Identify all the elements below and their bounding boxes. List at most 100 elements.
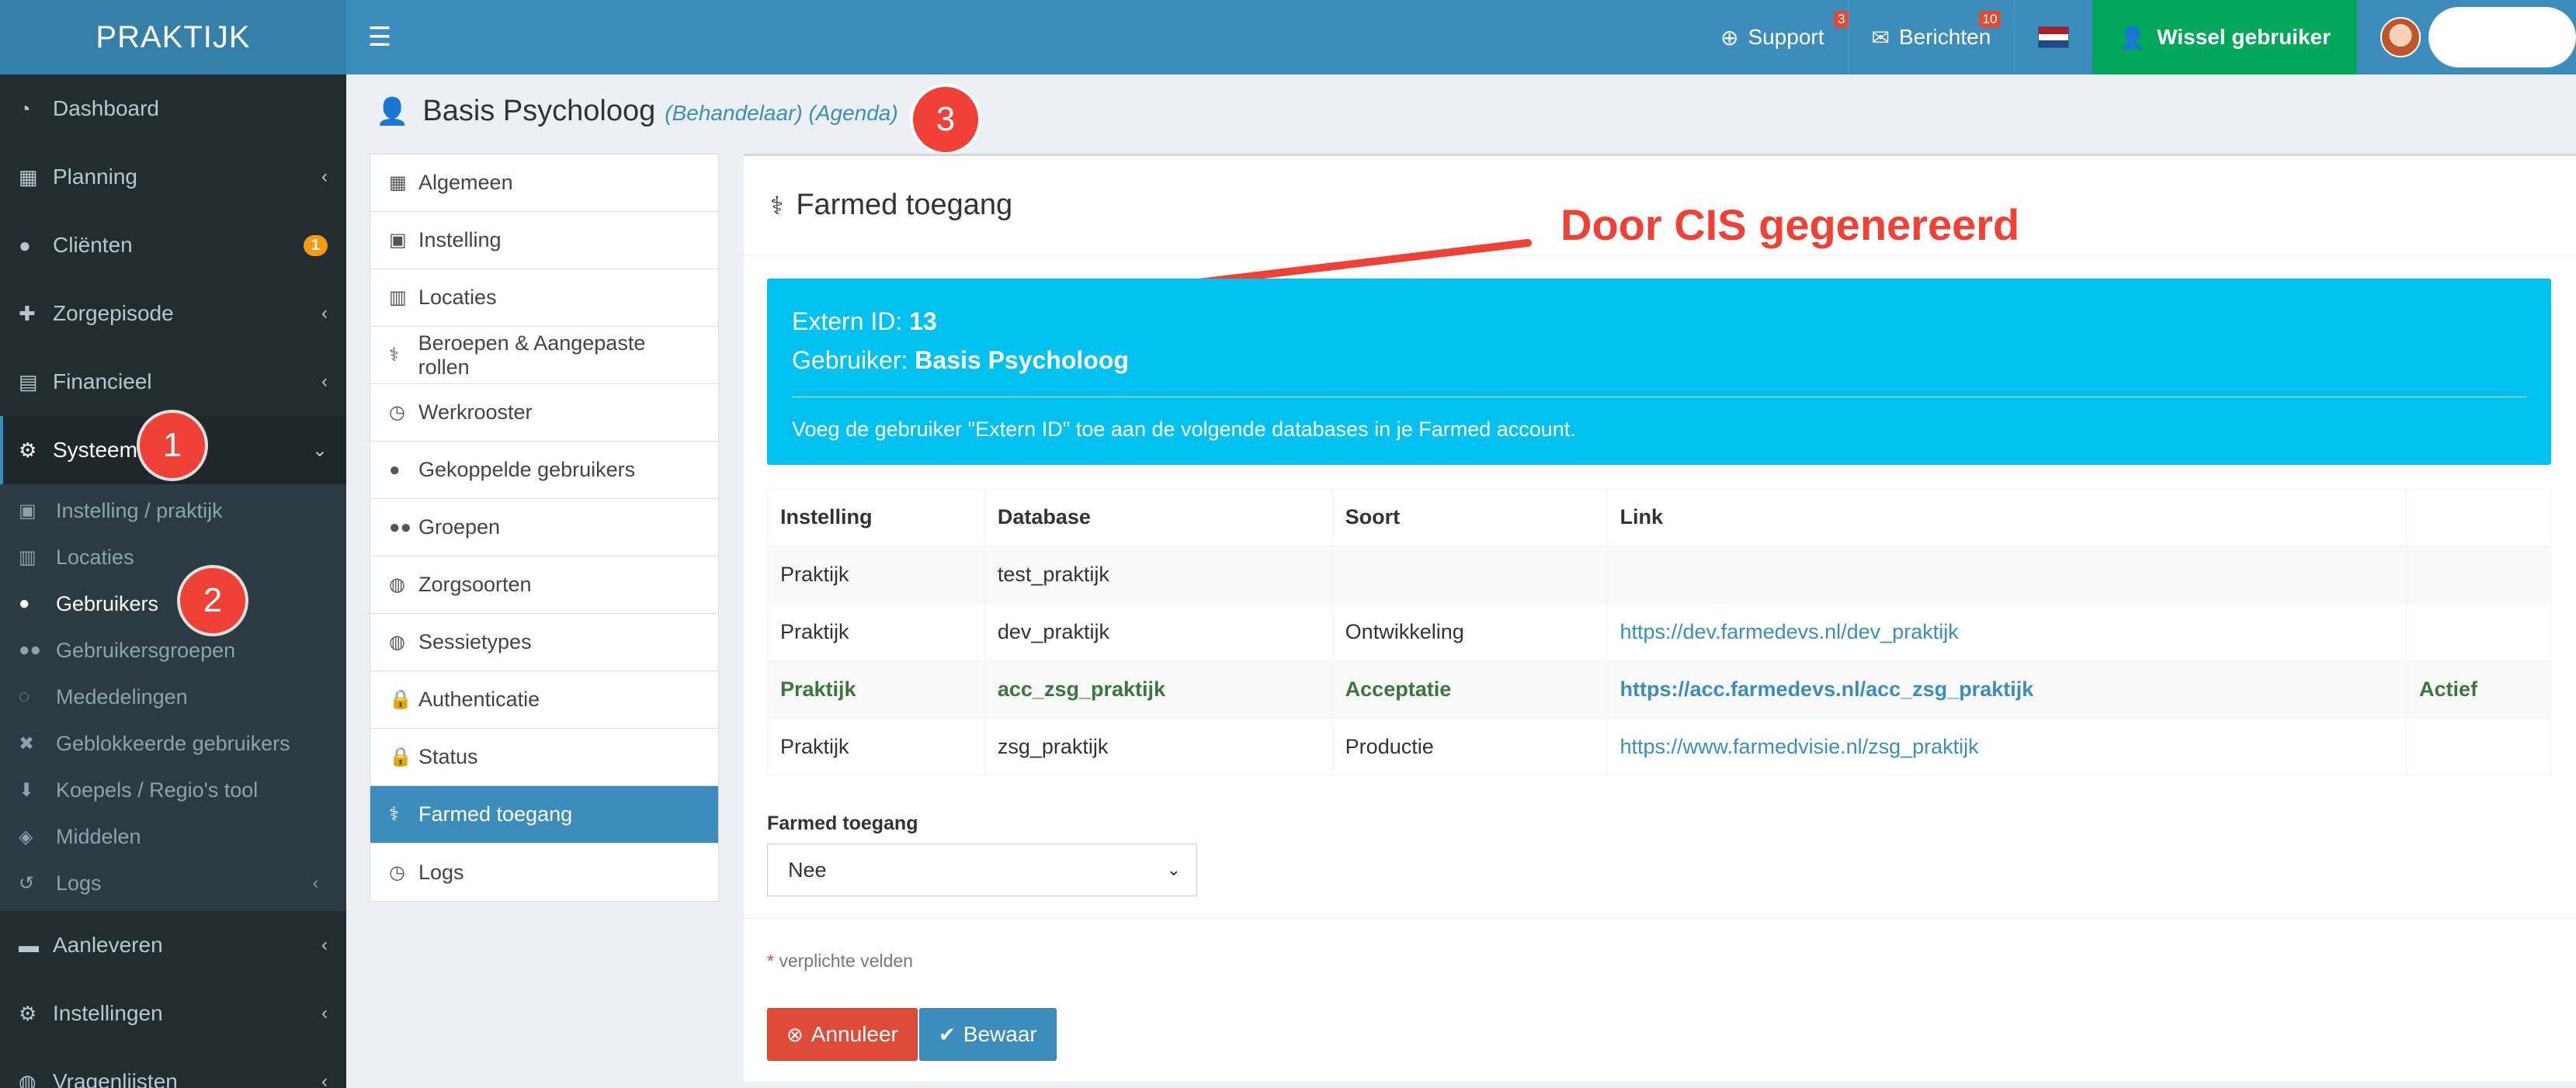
database-link[interactable]: https://www.farmedvisie.nl/zsg_praktijk xyxy=(1620,735,1979,758)
sidebar-item-dashboard[interactable]: ◔ Dashboard xyxy=(0,74,346,143)
save-button[interactable]: ✔ Bewaar xyxy=(919,1008,1057,1061)
user-value: Basis Psycholoog xyxy=(915,346,1129,374)
times-circle-icon: ⊗ xyxy=(786,1022,804,1046)
support-link[interactable]: ⊕ Support 3 xyxy=(1697,0,1849,74)
clienten-badge: 1 xyxy=(303,234,328,256)
user-label: Gebruiker: xyxy=(792,346,908,374)
menu-item-authenticatie[interactable]: 🔒 Authenticatie xyxy=(370,671,718,729)
user-settings-menu: ▦ Algemeen ▣ Instelling ▥ Locaties ⚕ Beroepe… xyxy=(370,154,719,902)
database-link[interactable]: https://acc.farmedevs.nl/acc_zsg_praktij… xyxy=(1620,677,2034,701)
menu-item-instelling[interactable]: ▣ Instelling xyxy=(370,212,718,269)
menu-item-algemeen[interactable]: ▦ Algemeen xyxy=(370,154,718,212)
users-icon: ●● xyxy=(389,516,411,538)
sidebar-item-vragenlijsten[interactable]: ◍ Vragenlijsten ‹ xyxy=(0,1048,346,1088)
sidebar-subitem-geblokkeerde[interactable]: ✖ Geblokkeerde gebruikers xyxy=(0,720,346,767)
map-icon: ▥ xyxy=(19,546,36,568)
farmed-access-select[interactable]: Nee ⌄ xyxy=(767,844,1197,896)
book-icon: ▤ xyxy=(19,369,38,393)
support-badge: 3 xyxy=(1833,11,1849,28)
database-link[interactable]: https://dev.farmedevs.nl/dev_praktijk xyxy=(1620,620,1959,643)
cell-link xyxy=(1606,546,2408,604)
sidebar: ◔ Dashboard ▦ Planning ‹ ● Cliënten 1 ✚ … xyxy=(0,74,346,1088)
language-switch[interactable] xyxy=(2014,0,2092,74)
callout-note: Voeg de gebruiker "Extern ID" toe aan de… xyxy=(792,418,1576,441)
step-marker-2: 2 xyxy=(180,568,245,633)
step-marker-3: 3 xyxy=(913,87,978,152)
chevron-left-icon: ‹ xyxy=(312,873,318,892)
sidebar-item-clienten[interactable]: ● Cliënten 1 xyxy=(0,211,346,279)
cell-soort: Ontwikkeling xyxy=(1331,603,1608,661)
menu-item-gekoppelde-gebruikers[interactable]: ● Gekoppelde gebruikers xyxy=(370,442,718,499)
chevron-down-icon: ⌄ xyxy=(311,439,328,461)
cell-link: https://www.farmedvisie.nl/zsg_praktijk xyxy=(1606,718,2408,776)
sidebar-item-financieel[interactable]: ▤ Financieel ‹ xyxy=(0,348,346,416)
globe-icon: ◍ xyxy=(389,574,405,595)
support-label: Support xyxy=(1748,25,1824,49)
sidebar-item-zorgepisode[interactable]: ✚ Zorgepisode ‹ xyxy=(0,279,346,348)
farmed-access-label: Farmed toegang xyxy=(767,813,918,834)
user-times-icon: ✖ xyxy=(19,733,35,754)
sidebar-subitem-locaties[interactable]: ▥ Locaties xyxy=(0,534,346,580)
chevron-down-icon: ⌄ xyxy=(1166,860,1181,879)
table-row: Praktijk dev_praktijk Ontwikkeling https… xyxy=(767,603,2551,661)
calendar-icon: ▦ xyxy=(19,165,38,189)
menu-item-sessietypes[interactable]: ◍ Sessietypes xyxy=(370,614,718,671)
col-header-soort: Soort xyxy=(1331,488,1608,547)
menu-item-farmed-toegang[interactable]: ⚕ Farmed toegang xyxy=(370,786,718,844)
user-name-redacted xyxy=(2428,7,2576,68)
chevron-left-icon: ‹ xyxy=(321,371,328,392)
users-icon: ●● xyxy=(19,639,41,660)
col-header-instelling: Instelling xyxy=(767,488,985,547)
databases-table: Instelling Database Soort Link Praktijk … xyxy=(767,488,2551,776)
table-row-active: Praktijk acc_zsg_praktijk Acceptatie htt… xyxy=(767,660,2551,719)
sidebar-subitem-mededelingen[interactable]: ◌ Mededelingen xyxy=(0,674,346,720)
save-label: Bewaar xyxy=(963,1022,1037,1046)
user-md-icon: ⚕ xyxy=(770,191,784,220)
messages-link[interactable]: ✉ Berichten 10 xyxy=(1847,0,2015,74)
farmed-access-panel: ⚕ Farmed toegang Door CIS gegenereerd Ex… xyxy=(744,154,2576,1082)
sidebar-subitem-koepels[interactable]: ⬇ Koepels / Regio's tool xyxy=(0,767,346,813)
select-value: Nee xyxy=(788,858,827,882)
sidebar-item-aanleveren[interactable]: ▬ Aanleveren ‹ xyxy=(0,911,346,979)
user-menu[interactable] xyxy=(2357,0,2576,74)
comments-icon: ◌ xyxy=(19,686,30,707)
table-row: Praktijk zsg_praktijk Productie https://… xyxy=(767,718,2551,776)
globe-icon: ◍ xyxy=(19,1069,36,1088)
top-navbar: PRAKTIJK ☰ ⊕ Support 3 ✉ Berichten 10 👤 … xyxy=(0,0,2576,74)
page-title-roles[interactable]: (Behandelaar) (Agenda) xyxy=(665,101,897,126)
extern-id-value: 13 xyxy=(909,307,937,335)
app-logo[interactable]: PRAKTIJK xyxy=(0,0,346,74)
col-header-link: Link xyxy=(1606,488,2408,547)
clock-icon: ◷ xyxy=(389,861,405,883)
cancel-button[interactable]: ⊗ Annuleer xyxy=(767,1008,918,1061)
history-icon: ↺ xyxy=(19,872,35,894)
switch-user-label: Wissel gebruiker xyxy=(2157,25,2331,49)
messages-label: Berichten xyxy=(1898,25,1991,49)
hamburger-icon[interactable]: ☰ xyxy=(346,0,413,74)
dashboard-icon: ◔ xyxy=(19,96,31,120)
sidebar-subitem-instelling[interactable]: ▣ Instelling / praktijk xyxy=(0,487,346,534)
sidebar-item-instellingen[interactable]: ⚙ Instellingen ‹ xyxy=(0,979,346,1048)
menu-item-logs[interactable]: ◷ Logs xyxy=(370,844,718,901)
sidebar-subitem-middelen[interactable]: ◈ Middelen xyxy=(0,813,346,860)
sidebar-item-planning[interactable]: ▦ Planning ‹ xyxy=(0,143,346,211)
menu-item-werkrooster[interactable]: ◷ Werkrooster xyxy=(370,384,718,442)
download-icon: ⬇ xyxy=(19,779,35,801)
col-header-database: Database xyxy=(984,488,1333,547)
cell-database: dev_praktijk xyxy=(984,603,1333,661)
switch-user-button[interactable]: 👤 Wissel gebruiker xyxy=(2092,0,2357,74)
cell-status xyxy=(2406,603,2551,661)
menu-item-beroepen[interactable]: ⚕ Beroepen & Aangepaste rollen xyxy=(370,327,718,384)
sidebar-subitem-gebruikersgroepen[interactable]: ●● Gebruikersgroepen xyxy=(0,627,346,674)
panel-title: Farmed toegang xyxy=(796,189,1013,221)
step-marker-1: 1 xyxy=(140,413,205,478)
cell-instelling: Praktijk xyxy=(767,718,985,776)
menu-item-locaties[interactable]: ▥ Locaties xyxy=(370,269,718,327)
menu-item-groepen[interactable]: ●● Groepen xyxy=(370,499,718,556)
sidebar-subitem-logs[interactable]: ↺ Logs ‹ xyxy=(0,860,346,906)
sidebar-subitem-gebruikers[interactable]: ● Gebruikers xyxy=(0,580,346,627)
menu-item-zorgsoorten[interactable]: ◍ Zorgsoorten xyxy=(370,556,718,614)
menu-item-status[interactable]: 🔒 Status xyxy=(370,729,718,786)
cubes-icon: ◈ xyxy=(19,826,33,847)
required-star: * xyxy=(767,951,774,971)
